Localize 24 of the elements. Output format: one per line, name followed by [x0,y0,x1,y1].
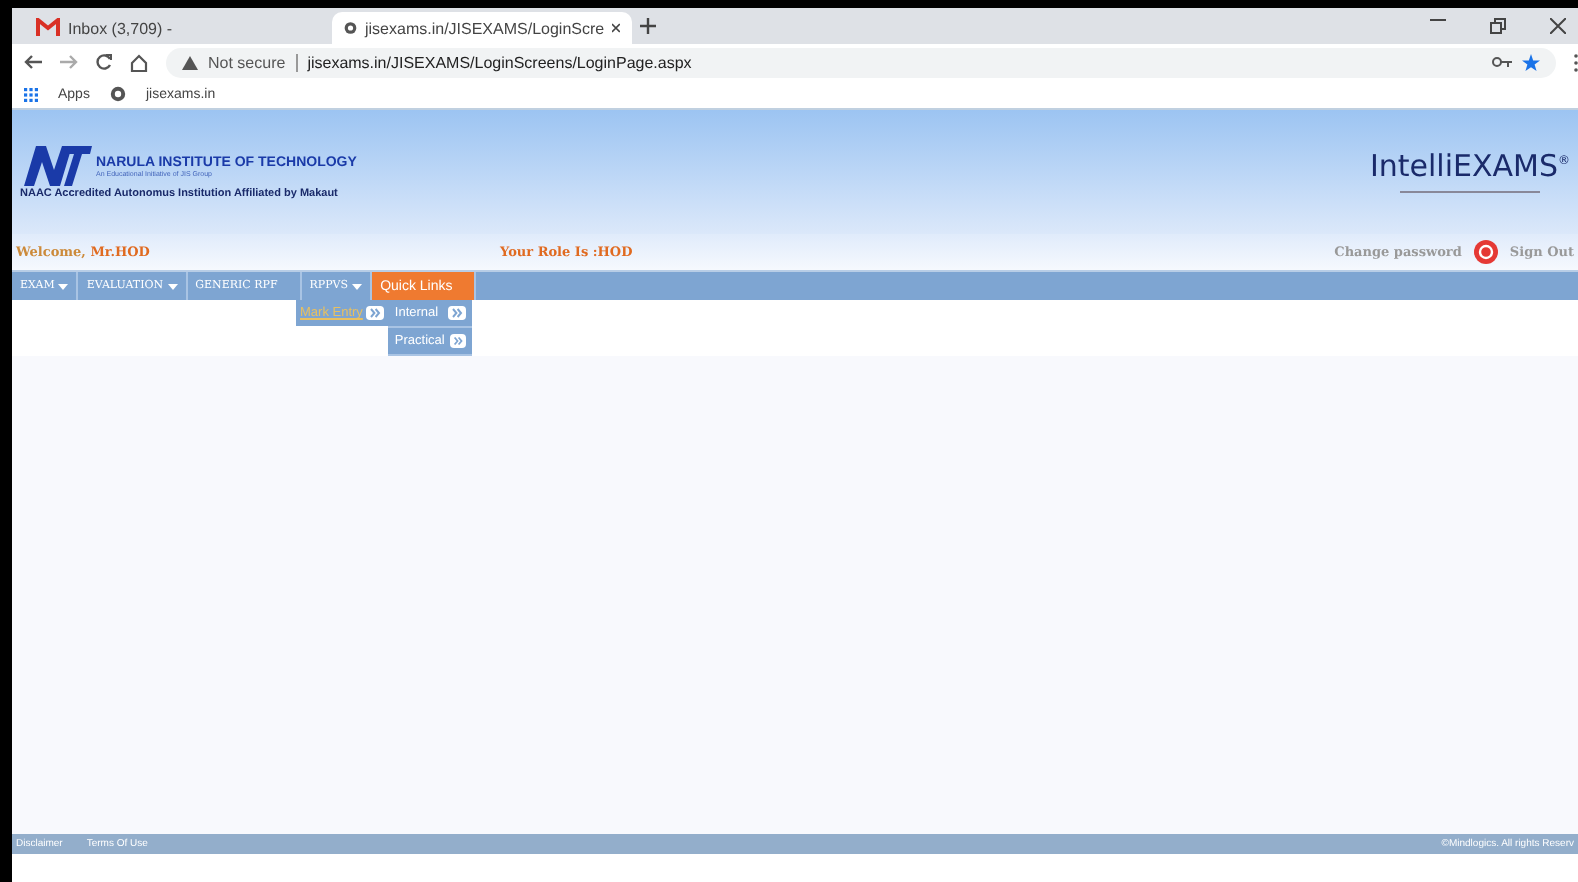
back-icon[interactable] [24,54,42,70]
star-icon[interactable] [1522,53,1540,71]
browser-tab[interactable]: Inbox (3,709) - [24,12,324,44]
new-tab-icon[interactable] [640,18,656,34]
chevron-icon [448,306,467,320]
close-icon[interactable] [1550,18,1566,34]
apps-icon[interactable] [24,87,38,101]
reload-icon[interactable] [96,54,112,70]
tagline-drawing [1399,188,1540,196]
browser-tab[interactable]: jisexams.in/JISEXAMS/LoginScre [332,12,632,44]
close-icon[interactable] [612,22,620,34]
power-icon [1473,240,1498,264]
address-bar[interactable]: Not secure jisexams.in/JISEXAMS/LoginScreens/LoginPage.aspx [166,47,1556,77]
restore-icon[interactable] [1490,18,1506,34]
key-icon[interactable] [1492,56,1512,68]
home-icon[interactable] [130,53,148,71]
chevron-icon [450,334,467,348]
mail-icon [36,18,60,38]
minimize-icon[interactable] [1430,18,1446,22]
globe-icon [344,18,357,38]
logo-drawing [20,144,92,188]
globe-icon [109,86,126,102]
warning-icon [182,55,198,69]
product-logo: IntelliEXAMS$^{®}$ [1369,148,1570,184]
